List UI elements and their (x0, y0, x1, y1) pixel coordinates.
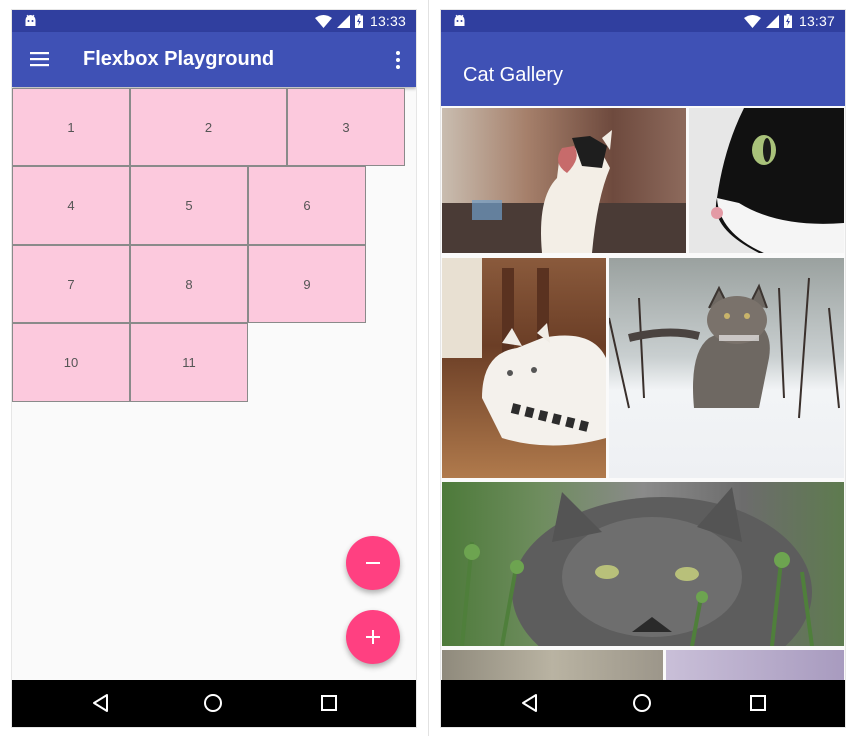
cat-photo[interactable] (609, 258, 844, 478)
navigation-bar (12, 680, 416, 727)
back-icon[interactable] (91, 693, 111, 713)
android-icon (25, 14, 36, 26)
toolbar: Cat Gallery (441, 32, 845, 106)
minus-icon (366, 562, 380, 564)
menu-icon[interactable] (30, 51, 50, 67)
cat-photo[interactable] (442, 108, 686, 253)
status-time: 13:37 (798, 13, 835, 29)
back-icon[interactable] (520, 693, 540, 713)
recents-icon[interactable] (748, 693, 768, 713)
more-vert-icon[interactable] (394, 49, 402, 71)
status-bar: 13:37 (441, 10, 845, 32)
flex-item[interactable]: 1 (12, 88, 130, 166)
flex-item[interactable]: 10 (12, 323, 130, 402)
cat-photo[interactable] (689, 108, 844, 253)
cat-gallery-screen: 13:37 Cat Gallery (441, 10, 845, 727)
android-icon (454, 14, 465, 26)
home-icon[interactable] (203, 693, 223, 713)
battery-charging-icon (783, 14, 792, 28)
recents-icon[interactable] (319, 693, 339, 713)
flex-item[interactable]: 2 (130, 88, 287, 166)
navigation-bar (441, 680, 845, 727)
wifi-icon (743, 14, 761, 28)
flex-item[interactable]: 8 (130, 245, 248, 323)
plus-icon (366, 630, 380, 644)
toolbar-title: Cat Gallery (463, 64, 564, 86)
flex-item[interactable]: 3 (287, 88, 405, 166)
signal-icon (336, 14, 350, 28)
status-time: 13:33 (369, 13, 406, 29)
flex-item[interactable]: 7 (12, 245, 130, 323)
add-item-fab[interactable] (346, 610, 400, 664)
flex-item[interactable]: 9 (248, 245, 366, 323)
toolbar: Flexbox Playground (12, 32, 416, 87)
flex-item[interactable]: 11 (130, 323, 248, 402)
cat-photo[interactable] (442, 258, 606, 478)
toolbar-title: Flexbox Playground (83, 48, 275, 70)
flex-item[interactable]: 5 (130, 166, 248, 245)
wifi-icon (314, 14, 332, 28)
home-icon[interactable] (632, 693, 652, 713)
cat-photo[interactable] (442, 482, 844, 646)
screen-divider (428, 0, 429, 736)
battery-charging-icon (354, 14, 363, 28)
flex-item[interactable]: 6 (248, 166, 366, 245)
remove-item-fab[interactable] (346, 536, 400, 590)
status-bar: 13:33 (12, 10, 416, 32)
flex-item[interactable]: 4 (12, 166, 130, 245)
signal-icon (765, 14, 779, 28)
flexbox-playground-screen: 13:33 Flexbox Playground 1 2 3 4 5 6 7 8… (12, 10, 416, 727)
